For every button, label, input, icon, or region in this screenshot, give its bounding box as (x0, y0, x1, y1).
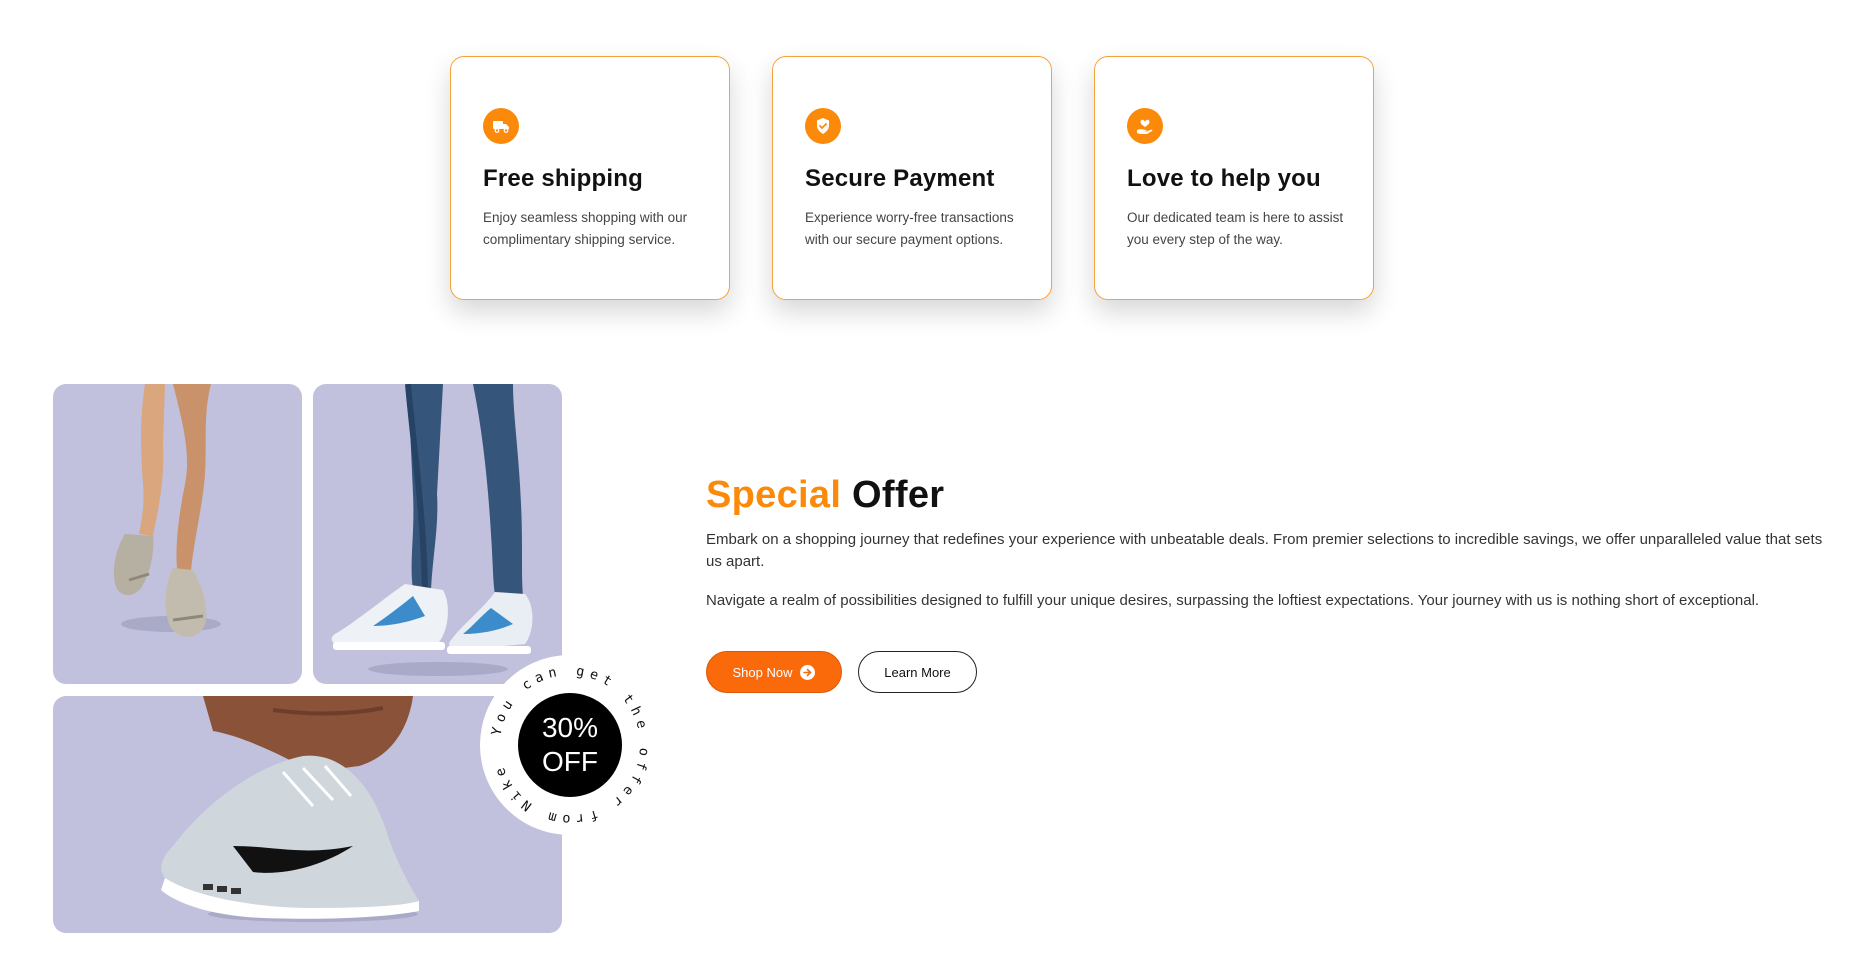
product-image-legs-sneakers (53, 384, 302, 684)
discount-percent: 30% (541, 712, 599, 743)
feature-description: Experience worry-free transactions with … (805, 210, 1014, 247)
feature-card-help: Love to help you Our dedicated team is h… (1094, 56, 1374, 300)
learn-more-button[interactable]: Learn More (858, 651, 977, 693)
offer-heading-rest: Offer (852, 474, 945, 516)
offer-paragraph-2: Navigate a realm of possibilities design… (706, 592, 1760, 609)
delivery-truck-icon (483, 108, 519, 144)
heart-hand-icon (1127, 108, 1163, 144)
special-offer-section: Special Offer Embark on a shopping journ… (706, 474, 1836, 693)
discount-circle: 30% OFF (518, 693, 622, 797)
feature-card-secure-payment: Secure Payment Experience worry-free tra… (772, 56, 1052, 300)
shop-now-label: Shop Now (732, 664, 793, 680)
offer-buttons: Shop Now Learn More (706, 651, 1836, 693)
discount-badge: You can get the offer from Nike 30% OFF (480, 655, 660, 835)
discount-off-label: OFF (542, 746, 598, 777)
learn-more-label: Learn More (884, 664, 951, 680)
feature-title: Love to help you (1127, 165, 1321, 192)
product-image-jeans-sneakers (313, 384, 562, 684)
shield-check-icon (805, 108, 841, 144)
feature-card-free-shipping: Free shipping Enjoy seamless shopping wi… (450, 56, 730, 300)
feature-description: Enjoy seamless shopping with our complim… (483, 210, 688, 247)
arrow-right-icon (800, 664, 816, 680)
offer-heading-accent: Special (706, 474, 842, 516)
offer-heading: Special Offer (706, 474, 1836, 517)
features-row: Free shipping Enjoy seamless shopping wi… (450, 56, 1374, 300)
feature-description: Our dedicated team is here to assist you… (1127, 210, 1344, 247)
feature-title: Free shipping (483, 165, 643, 192)
feature-title: Secure Payment (805, 165, 995, 192)
shop-now-button[interactable]: Shop Now (706, 651, 842, 693)
offer-paragraph-1: Embark on a shopping journey that redefi… (706, 531, 1823, 570)
